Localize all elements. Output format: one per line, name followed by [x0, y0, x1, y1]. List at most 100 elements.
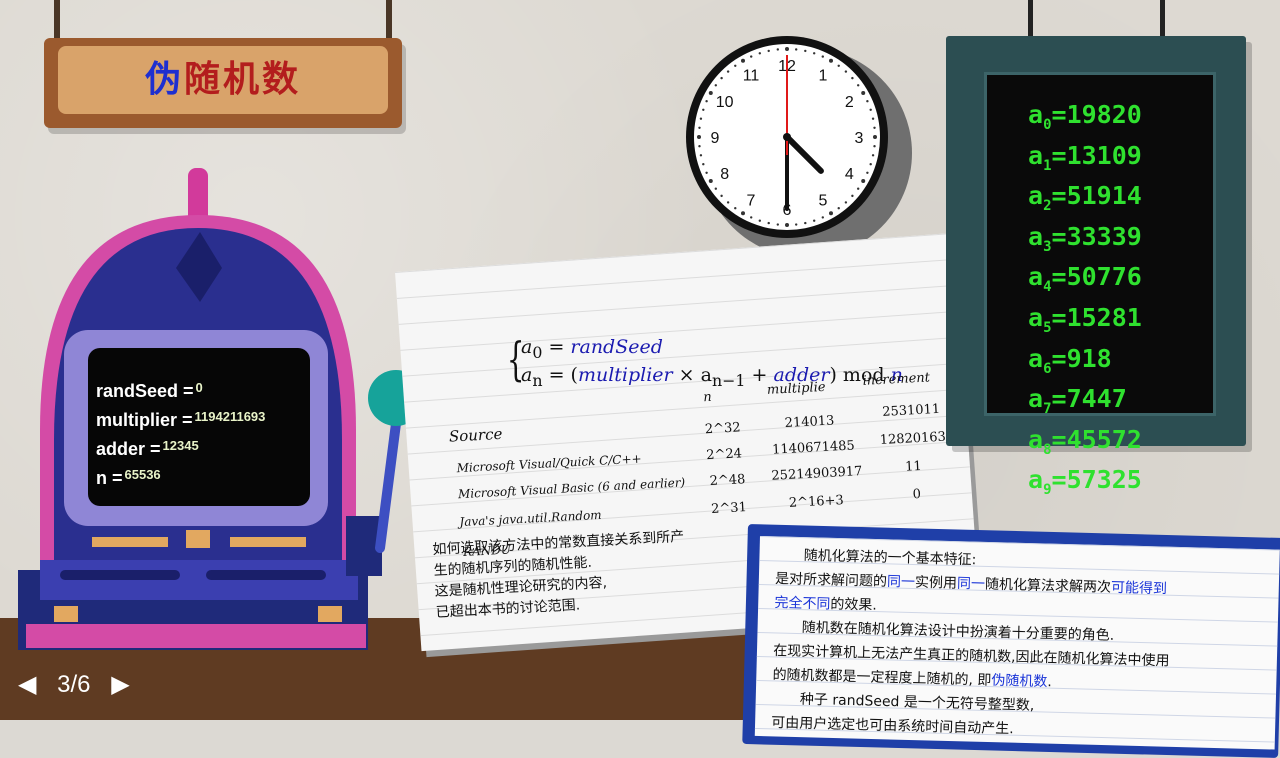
table-row-2-source: Java's java.util.Random — [459, 507, 602, 530]
sequence-item: a1=13109 — [1028, 140, 1142, 174]
clock-tick — [812, 52, 816, 55]
clock-tick — [837, 64, 840, 68]
table-row-1-increment: 12820163 — [879, 429, 947, 449]
clock-tick — [851, 76, 854, 80]
clock-number: 10 — [716, 94, 734, 111]
light-square — [186, 530, 210, 548]
clock-tick — [866, 100, 869, 103]
clock-number: 1 — [819, 68, 828, 85]
clock-tick — [720, 76, 723, 80]
board-hanger-left — [1028, 0, 1033, 40]
clock-number: 9 — [711, 130, 720, 147]
clock-number: 7 — [747, 192, 756, 209]
pager: ◀ 3/6 ▶ — [18, 670, 130, 710]
param-row: multiplier = 1194211693 — [96, 409, 266, 430]
table-header-increment: increment — [862, 370, 931, 389]
clock-number: 3 — [855, 130, 864, 147]
prev-page-button[interactable]: ◀ — [18, 671, 36, 698]
clock-tick — [767, 49, 770, 53]
clock-tick — [866, 171, 869, 174]
clock-tick — [794, 223, 798, 226]
clock-tick — [812, 219, 816, 222]
clock-tick — [856, 84, 860, 87]
clock-tick — [702, 108, 705, 112]
clock-number: 11 — [743, 68, 760, 85]
board-hanger-right — [1160, 0, 1165, 40]
clock-tick — [785, 47, 789, 51]
clock-tick — [705, 171, 708, 174]
clock-tick — [871, 117, 875, 120]
clock-tick — [750, 216, 753, 219]
note-text: 随机化算法的一个基本特征: 是对所求解问题的同一实例用同一随机化算法求解两次可能… — [771, 547, 1170, 738]
clock-tick — [758, 52, 762, 55]
clock-number: 5 — [819, 192, 828, 209]
clock-tick — [851, 194, 854, 198]
sequence-item: a4=50776 — [1028, 262, 1142, 296]
clock-tick — [699, 154, 703, 157]
sequence-item: a5=15281 — [1028, 302, 1142, 336]
next-page-button[interactable]: ▶ — [111, 671, 129, 698]
table-header-n: n — [702, 389, 713, 406]
clock-tick — [705, 100, 708, 103]
sign-rope-right — [386, 0, 392, 40]
table-row-1-multiplier: 1140671485 — [771, 438, 856, 458]
clock-tick — [785, 223, 789, 227]
table-row-2-n: 2^48 — [709, 472, 746, 490]
sign-rope-left — [54, 0, 60, 40]
page-title-rest: 随机数 — [184, 59, 302, 100]
light-bar-2 — [230, 537, 306, 547]
formula-line-1: a0 = randSeed — [521, 336, 663, 362]
machine-base-stripe — [26, 624, 366, 648]
page-title: 伪随机数 — [58, 46, 388, 114]
sequence-item: a0=19820 — [1028, 100, 1142, 133]
clock-tick — [856, 187, 860, 190]
clock-tick — [776, 223, 780, 226]
table-row-0-multiplier: 214013 — [784, 413, 835, 432]
clock-tick — [871, 154, 875, 157]
table-row-2-multiplier: 25214903917 — [771, 464, 863, 484]
param-row: n = 65536 — [96, 467, 161, 488]
page-indicator: 3/6 — [57, 671, 91, 698]
clock-tick — [873, 126, 876, 130]
clock-number: 8 — [720, 166, 729, 183]
clock-tick — [821, 216, 824, 219]
sequence-item: a7=7447 — [1028, 384, 1127, 418]
table-header-source: Source — [448, 424, 503, 446]
clock-tick — [869, 108, 872, 112]
table-row-0-n: 2^32 — [704, 420, 742, 438]
lever-arm — [375, 403, 403, 553]
clock-tick — [869, 162, 872, 166]
clock-tick — [734, 206, 737, 210]
sequence-item: a2=51914 — [1028, 181, 1142, 215]
clock-tick — [837, 206, 840, 210]
clock-tick — [741, 211, 745, 216]
clock-tick — [804, 221, 807, 225]
table-header-multiplier: multiplie — [766, 379, 826, 398]
table-row-3-multiplier: 2^16+3 — [788, 493, 845, 511]
clock-tick — [714, 187, 718, 190]
table-row-0-increment: 2531011 — [881, 401, 941, 420]
clock-tick — [844, 201, 848, 204]
clock-tick — [698, 144, 701, 148]
clock-tick — [776, 48, 780, 51]
clock-tick — [699, 117, 703, 120]
clock-tick — [829, 211, 833, 216]
clock-tick — [734, 64, 737, 68]
param-row: adder = 12345 — [96, 438, 199, 459]
light-bar-1 — [92, 537, 168, 547]
table-row-2-increment: 11 — [904, 458, 923, 475]
clock-tick — [844, 70, 848, 73]
table-row-3-increment: 0 — [912, 486, 922, 503]
clock-tick — [708, 179, 713, 183]
table-row-0-source: Microsoft Visual/Quick C/C++ — [456, 451, 642, 476]
clock-tick — [698, 126, 701, 130]
clock-number: 2 — [845, 94, 854, 111]
clock-tick — [767, 221, 770, 225]
machine-params: randSeed = 0 multiplier = 1194211693 adder… — [96, 375, 316, 491]
sequence-item: a6=918 — [1028, 343, 1112, 377]
clock-tick — [720, 194, 723, 198]
base-light-2 — [318, 606, 342, 622]
clock-tick — [861, 91, 866, 95]
page-title-first-char: 伪 — [144, 59, 184, 100]
clock-tick — [873, 144, 876, 148]
